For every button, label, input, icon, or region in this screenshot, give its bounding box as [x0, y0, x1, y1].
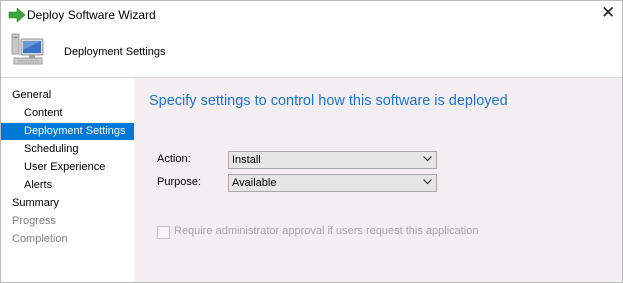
green-arrow-icon: [8, 8, 26, 22]
close-icon: ✕: [601, 3, 616, 23]
window-title: Deploy Software Wizard: [27, 8, 156, 22]
purpose-value: Available: [232, 177, 277, 189]
action-label: Action:: [157, 153, 191, 165]
action-value: Install: [232, 154, 261, 166]
main-panel: Specify settings to control how this sof…: [134, 78, 622, 282]
nav-item-user-experience[interactable]: User Experience: [1, 159, 134, 176]
page-heading: Specify settings to control how this sof…: [149, 93, 508, 109]
wizard-header: Deployment Settings: [1, 29, 622, 78]
header-title: Deployment Settings: [64, 46, 166, 58]
close-button[interactable]: ✕: [592, 1, 622, 29]
action-dropdown[interactable]: Install: [228, 151, 437, 169]
purpose-label: Purpose:: [157, 176, 202, 188]
nav-item-alerts[interactable]: Alerts: [1, 177, 134, 194]
nav-item-general[interactable]: General: [1, 87, 134, 104]
wizard-steps-nav: General Content Deployment Settings Sche…: [1, 78, 134, 282]
computer-icon: [11, 33, 44, 65]
approval-checkbox-label: Require administrator approval if users …: [174, 225, 479, 237]
title-bar: Deploy Software Wizard ✕: [1, 1, 622, 29]
chevron-down-icon: [423, 179, 432, 185]
nav-item-deployment-settings[interactable]: Deployment Settings: [1, 123, 134, 140]
nav-item-summary[interactable]: Summary: [1, 195, 134, 212]
nav-item-content[interactable]: Content: [1, 105, 134, 122]
chevron-down-icon: [423, 156, 432, 162]
wizard-window: Deploy Software Wizard ✕ Deployment Sett…: [0, 0, 623, 283]
purpose-dropdown[interactable]: Available: [228, 174, 437, 192]
approval-checkbox[interactable]: [157, 226, 170, 239]
nav-item-scheduling[interactable]: Scheduling: [1, 141, 134, 158]
nav-item-progress: Progress: [12, 215, 57, 227]
nav-item-completion: Completion: [12, 233, 68, 245]
